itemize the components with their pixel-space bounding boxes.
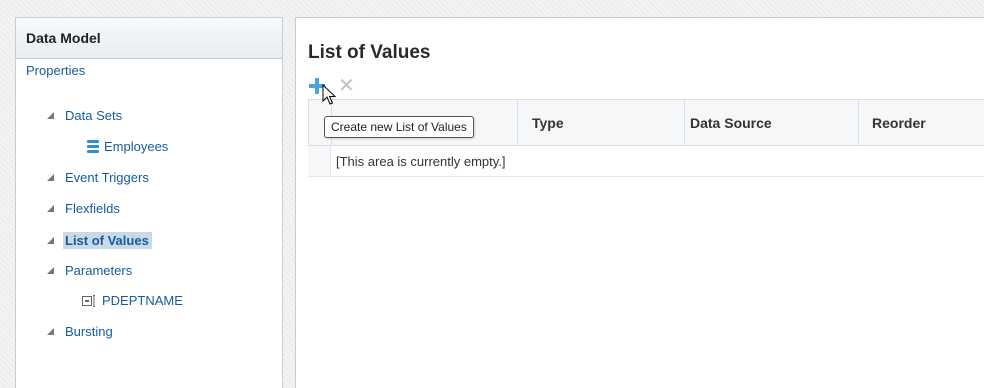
tree-item-label: Event Triggers: [65, 170, 149, 185]
tree-item-label: Employees: [104, 139, 169, 154]
list-of-values-table: Type Data Source Reorder [This area is c…: [308, 99, 984, 177]
page-title: List of Values: [308, 42, 431, 63]
mouse-cursor-icon: [322, 84, 337, 105]
tree-item-data-sets[interactable]: Data Sets: [47, 108, 122, 123]
main-content-panel: [295, 17, 984, 388]
row-header-cell: [308, 146, 331, 176]
expand-triangle-icon[interactable]: [47, 205, 54, 212]
parameter-icon: [82, 294, 99, 307]
tree-item-label: Data Sets: [65, 108, 123, 123]
column-header-type[interactable]: Type: [532, 115, 564, 131]
panel-title: Data Model: [16, 18, 282, 59]
tree-item-bursting[interactable]: Bursting: [47, 324, 113, 339]
close-icon[interactable]: ✕: [338, 76, 355, 96]
tree-item-label: Bursting: [65, 324, 113, 339]
tree-item-flexfields[interactable]: Flexfields: [47, 201, 120, 216]
tree-item-event-triggers[interactable]: Event Triggers: [47, 170, 149, 185]
tree-item-list-of-values[interactable]: List of Values: [47, 232, 152, 249]
expand-triangle-icon[interactable]: [47, 267, 54, 274]
tree-item-pdeptname[interactable]: PDEPTNAME: [82, 293, 183, 308]
expand-triangle-icon[interactable]: [47, 237, 54, 244]
tooltip: Create new List of Values: [324, 116, 474, 138]
column-header-reorder[interactable]: Reorder: [872, 115, 926, 131]
expand-triangle-icon[interactable]: [47, 112, 54, 119]
tree-item-label: List of Values: [63, 232, 152, 249]
tree-root-properties[interactable]: Properties: [26, 63, 85, 78]
empty-table-message: [This area is currently empty.]: [336, 154, 506, 169]
tree-item-employees[interactable]: Employees: [87, 139, 168, 154]
tree-item-label: PDEPTNAME: [102, 293, 183, 308]
column-header-data-source[interactable]: Data Source: [690, 115, 772, 131]
tree-item-parameters[interactable]: Parameters: [47, 263, 132, 278]
table-row: [This area is currently empty.]: [308, 146, 984, 177]
expand-triangle-icon[interactable]: [47, 328, 54, 335]
database-icon: [87, 140, 99, 153]
tree-item-label: Parameters: [65, 263, 133, 278]
expand-triangle-icon[interactable]: [47, 174, 54, 181]
tree-item-label: Flexfields: [65, 201, 120, 216]
